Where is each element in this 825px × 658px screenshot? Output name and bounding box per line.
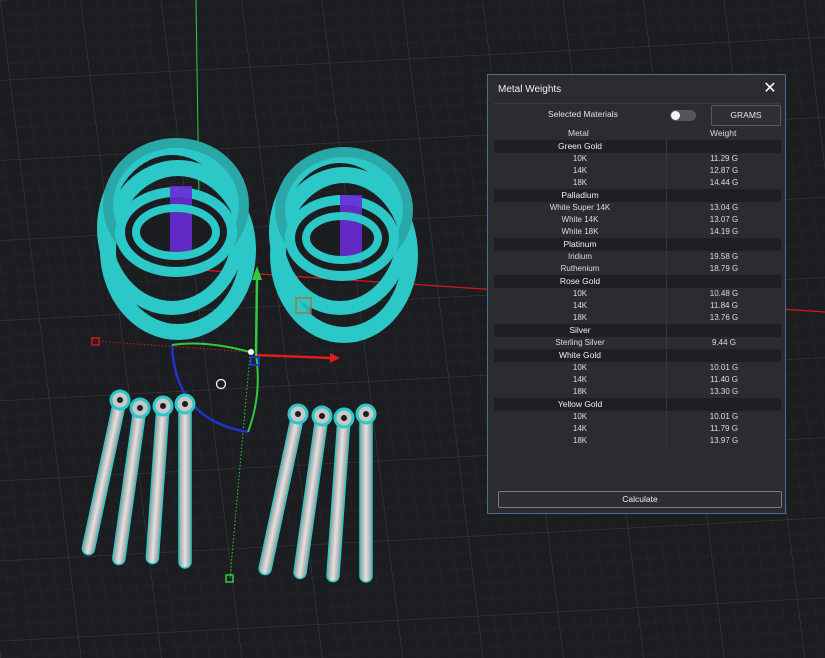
table-row: Iridium 19.58 G <box>494 251 781 263</box>
weight-cell: 13.76 G <box>709 313 739 322</box>
weight-cell: 11.40 G <box>710 375 738 384</box>
table-row: White 18K 14.19 G <box>494 226 781 238</box>
metal-name-cell: White Super 14K <box>494 202 667 214</box>
weight-cell: 14.44 G <box>709 178 739 187</box>
left-earring-ring[interactable] <box>97 138 256 340</box>
weight-cell: 18.79 G <box>709 264 739 273</box>
metal-weights-table: Green Gold 10K 11.29 G 14K 12.87 G 18K 14.44 G… <box>494 140 781 447</box>
panel-title: Metal Weights <box>498 84 562 95</box>
weight-cell: 13.97 G <box>709 436 739 445</box>
weight-cell: 10.01 G <box>709 363 739 372</box>
weight-cell: 12.87 G <box>709 166 739 175</box>
toggle-knob <box>671 111 680 120</box>
weight-cell: 11.84 G <box>710 301 738 310</box>
metal-name-cell: Sterling Silver <box>494 337 667 349</box>
metal-name-cell: 18K <box>494 177 667 189</box>
selected-materials-row: Selected Materials GRAMS <box>488 104 785 126</box>
table-row: 10K 11.29 G <box>494 153 781 165</box>
metal-name-cell: Ruthenium <box>494 263 667 275</box>
calculate-button[interactable]: Calculate <box>498 491 782 508</box>
selected-materials-toggle[interactable] <box>670 110 696 121</box>
metal-name-cell: 10K <box>494 153 667 165</box>
table-row: 14K 11.84 G <box>494 300 781 312</box>
metal-name-cell: 10K <box>494 411 667 423</box>
table-row: 18K 13.97 G <box>494 435 781 447</box>
weight-cell: 9.44 G <box>711 338 736 347</box>
metal-name-cell: 14K <box>494 300 667 312</box>
units-button[interactable]: GRAMS <box>711 105 781 126</box>
table-header: Metal Weight <box>488 128 785 140</box>
metal-group-name: Green Gold <box>494 140 667 153</box>
table-row: 10K 10.01 G <box>494 362 781 374</box>
metal-group-name: Yellow Gold <box>494 398 667 411</box>
table-row: 18K 13.30 G <box>494 386 781 398</box>
metal-group-row: Silver <box>494 324 781 337</box>
metal-group-name: White Gold <box>494 349 667 362</box>
weight-cell: 11.29 G <box>710 154 738 163</box>
metal-group-row: Green Gold <box>494 140 781 153</box>
table-row: 14K 11.79 G <box>494 423 781 435</box>
close-icon[interactable]: ✕ <box>761 79 779 97</box>
metal-group-name: Silver <box>494 324 667 337</box>
table-row: 14K 11.40 G <box>494 374 781 386</box>
table-row: 14K 12.87 G <box>494 165 781 177</box>
table-row: 10K 10.01 G <box>494 411 781 423</box>
weight-cell: 19.58 G <box>709 252 739 261</box>
table-row: White 14K 13.07 G <box>494 214 781 226</box>
metal-name-cell: 18K <box>494 312 667 324</box>
weight-cell: 13.04 G <box>709 203 739 212</box>
metal-group-name: Rose Gold <box>494 275 667 288</box>
metal-name-cell: White 18K <box>494 226 667 238</box>
weight-cell: 11.79 G <box>710 424 738 433</box>
selected-materials-label: Selected Materials <box>548 109 618 119</box>
weight-column-header: Weight <box>710 128 737 138</box>
metal-name-cell: 18K <box>494 386 667 398</box>
metal-group-row: Yellow Gold <box>494 398 781 411</box>
table-row: 18K 14.44 G <box>494 177 781 189</box>
weight-cell: 14.19 G <box>709 227 739 236</box>
weight-cell: 10.01 G <box>709 412 739 421</box>
weight-cell: 13.07 G <box>709 215 739 224</box>
weight-cell: 13.30 G <box>709 387 739 396</box>
metal-name-cell: 14K <box>494 165 667 177</box>
metal-group-name: Platinum <box>494 238 667 251</box>
metal-group-row: Platinum <box>494 238 781 251</box>
metal-group-row: Rose Gold <box>494 275 781 288</box>
metal-name-cell: White 14K <box>494 214 667 226</box>
metal-name-cell: 14K <box>494 423 667 435</box>
table-row: Sterling Silver 9.44 G <box>494 337 781 349</box>
table-row: 10K 10.48 G <box>494 288 781 300</box>
metal-name-cell: 14K <box>494 374 667 386</box>
metal-weights-panel: Metal Weights ✕ Selected Materials GRAMS… <box>487 74 786 514</box>
metal-column-header: Metal <box>568 128 589 138</box>
panel-titlebar: Metal Weights ✕ <box>488 75 785 103</box>
metal-name-cell: Iridium <box>494 251 667 263</box>
metal-name-cell: 10K <box>494 362 667 374</box>
table-row: Ruthenium 18.79 G <box>494 263 781 275</box>
table-row: 18K 13.76 G <box>494 312 781 324</box>
metal-name-cell: 10K <box>494 288 667 300</box>
weight-cell: 10.48 G <box>709 289 739 298</box>
metal-group-row: White Gold <box>494 349 781 362</box>
metal-group-row: Palladium <box>494 189 781 202</box>
metal-name-cell: 18K <box>494 435 667 447</box>
metal-group-name: Palladium <box>494 189 667 202</box>
table-row: White Super 14K 13.04 G <box>494 202 781 214</box>
